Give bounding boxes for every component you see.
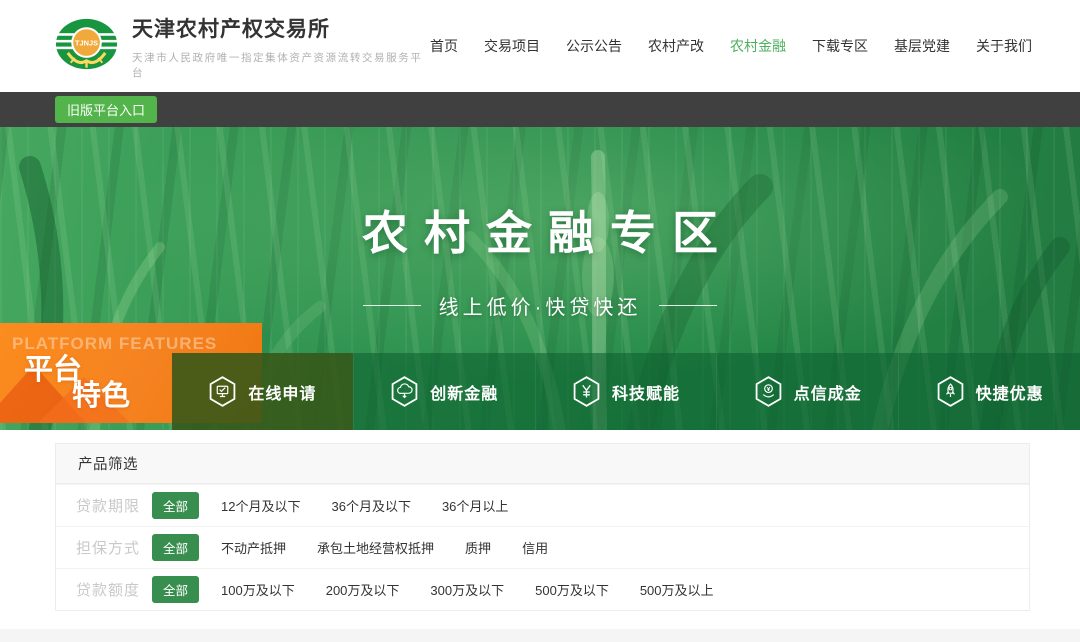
filter-all-button[interactable]: 全部 — [152, 492, 199, 519]
tab-quick-discount[interactable]: 快捷优惠 — [898, 353, 1080, 430]
filter-option[interactable]: 质押 — [465, 538, 491, 557]
nav-item-projects[interactable]: 交易项目 — [484, 36, 540, 56]
tab-label: 科技赋能 — [612, 380, 680, 404]
main-nav: 首页 交易项目 公示公告 农村产改 农村金融 下载专区 基层党建 关于我们 — [430, 36, 1032, 56]
tab-innovative-finance[interactable]: 创新金融 — [353, 353, 535, 430]
tab-tech-empowerment[interactable]: 科技赋能 — [535, 353, 717, 430]
main-content: 产品筛选 贷款期限 全部 12个月及以下 36个月及以下 36个月以上 担保方式… — [0, 430, 1080, 625]
subtitle-left-rule — [363, 305, 421, 306]
hero-text-block: 农村金融专区 线上低价·快贷快还 — [0, 197, 1080, 320]
tab-label: 在线申请 — [248, 380, 316, 404]
hero-subtitle: 线上低价·快贷快还 — [439, 291, 642, 320]
tab-credit-to-gold[interactable]: 点信成金 — [716, 353, 898, 430]
filter-card-title: 产品筛选 — [78, 453, 138, 474]
filter-row-loan-amount: 贷款额度 全部 100万及以下 200万及以下 300万及以下 500万及以下 … — [56, 568, 1029, 610]
hero-title: 农村金融专区 — [0, 197, 1080, 263]
features-eyebrow: PLATFORM FEATURES — [12, 334, 262, 354]
logo-emblem-icon: TJNJS — [55, 17, 118, 75]
filter-row-guarantee-method: 担保方式 全部 不动产抵押 承包土地经营权抵押 质押 信用 — [56, 526, 1029, 568]
filter-option[interactable]: 36个月及以下 — [331, 496, 410, 515]
tab-label: 创新金融 — [430, 380, 498, 404]
filter-all-button[interactable]: 全部 — [152, 534, 199, 561]
rocket-icon — [936, 376, 965, 407]
filter-label: 贷款额度 — [76, 579, 152, 600]
logo-text: TJNJS — [75, 39, 98, 48]
nav-item-home[interactable]: 首页 — [430, 36, 458, 56]
cloud-icon — [390, 376, 419, 407]
filter-option[interactable]: 300万及以下 — [430, 580, 504, 599]
site-header: TJNJS 天津农村产权交易所 天津市人民政府唯一指定集体资产资源流转交易服务平… — [0, 0, 1080, 92]
filter-option[interactable]: 承包土地经营权抵押 — [317, 538, 434, 557]
filter-option[interactable]: 200万及以下 — [326, 580, 400, 599]
filter-option[interactable]: 12个月及以下 — [221, 496, 300, 515]
old-platform-entry-button[interactable]: 旧版平台入口 — [55, 96, 157, 123]
nav-item-announcements[interactable]: 公示公告 — [566, 36, 622, 56]
hero-banner: 农村金融专区 线上低价·快贷快还 PLATFORM FEATURES 平台 特色… — [0, 127, 1080, 430]
filter-row-loan-term: 贷款期限 全部 12个月及以下 36个月及以下 36个月以上 — [56, 484, 1029, 526]
filter-option[interactable]: 信用 — [522, 538, 548, 557]
filter-label: 担保方式 — [76, 537, 152, 558]
filter-option[interactable]: 不动产抵押 — [221, 538, 286, 557]
nav-item-rural-reform[interactable]: 农村产改 — [648, 36, 704, 56]
secondary-toolbar: 旧版平台入口 — [0, 92, 1080, 127]
footer-strip — [0, 629, 1080, 642]
tab-online-apply[interactable]: 在线申请 — [172, 353, 353, 430]
tab-label: 点信成金 — [794, 380, 862, 404]
subtitle-right-rule — [659, 305, 717, 306]
yuan-icon — [572, 376, 601, 407]
product-filter-card: 产品筛选 贷款期限 全部 12个月及以下 36个月及以下 36个月以上 担保方式… — [55, 443, 1030, 611]
filter-option[interactable]: 36个月以上 — [442, 496, 508, 515]
filter-option[interactable]: 500万及以下 — [535, 580, 609, 599]
nav-item-party-building[interactable]: 基层党建 — [894, 36, 950, 56]
feature-tabbar: 在线申请 创新金融 科技赋能 点信成金 — [172, 353, 1080, 430]
filter-option[interactable]: 100万及以下 — [221, 580, 295, 599]
filter-all-button[interactable]: 全部 — [152, 576, 199, 603]
monitor-check-icon — [208, 376, 237, 407]
filter-label: 贷款期限 — [76, 495, 152, 516]
nav-item-rural-finance[interactable]: 农村金融 — [730, 36, 786, 56]
site-logo[interactable]: TJNJS 天津农村产权交易所 天津市人民政府唯一指定集体资产资源流转交易服务平… — [55, 13, 430, 80]
site-subtitle: 天津市人民政府唯一指定集体资产资源流转交易服务平台 — [132, 50, 430, 80]
filter-card-header: 产品筛选 — [56, 444, 1029, 484]
site-title: 天津农村产权交易所 — [132, 13, 430, 43]
tab-label: 快捷优惠 — [976, 380, 1044, 404]
nav-item-downloads[interactable]: 下载专区 — [812, 36, 868, 56]
filter-option[interactable]: 500万及以上 — [640, 580, 714, 599]
nav-item-about-us[interactable]: 关于我们 — [976, 36, 1032, 56]
hand-coin-icon — [754, 376, 783, 407]
